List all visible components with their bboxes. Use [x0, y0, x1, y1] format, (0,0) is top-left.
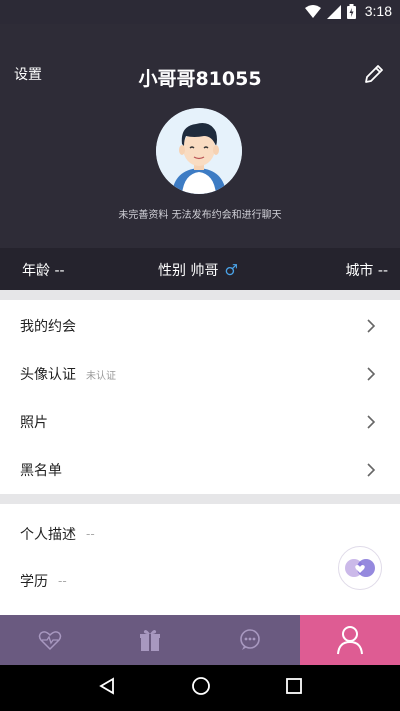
signal-icon	[327, 4, 341, 23]
field-label: 个人描述	[20, 527, 76, 543]
status-bar: 3:18	[0, 0, 400, 24]
tab-profile[interactable]	[300, 615, 400, 665]
system-nav	[0, 665, 400, 711]
status-time: 3:18	[364, 3, 392, 19]
tab-messages[interactable]	[200, 615, 300, 665]
chevron-right-icon	[364, 316, 378, 336]
city-info: 城市 --	[345, 263, 388, 279]
menu-label: 头像认证	[20, 367, 76, 383]
edit-icon[interactable]	[362, 62, 386, 86]
field-value: --	[58, 574, 67, 588]
divider	[0, 290, 400, 300]
tab-heartbeat[interactable]	[0, 615, 100, 665]
field-value: --	[86, 527, 95, 541]
wifi-icon	[305, 4, 321, 23]
info-bar: 年龄 -- 性别 帅哥 ♂ 城市 --	[0, 248, 400, 290]
gender-info: 性别 帅哥 ♂	[158, 260, 238, 280]
chevron-right-icon	[364, 412, 378, 432]
field-label: 学历	[20, 574, 48, 590]
username-title: 小哥哥81055	[138, 68, 262, 90]
battery-icon	[347, 4, 356, 23]
menu-blacklist[interactable]: 黑名单	[0, 446, 400, 494]
chevron-right-icon	[364, 460, 378, 480]
heartbeat-icon	[38, 631, 62, 651]
divider	[0, 494, 400, 504]
tab-gift[interactable]	[100, 615, 200, 665]
person-icon	[337, 626, 363, 655]
menu-label: 我的约会	[20, 319, 76, 335]
avatar[interactable]	[156, 108, 242, 194]
gender-label: 性别 帅哥	[158, 263, 219, 279]
menu-avatar-verification[interactable]: 头像认证 未认证	[0, 350, 400, 398]
age-info: 年龄 --	[22, 263, 65, 279]
hearts-icon	[345, 559, 375, 577]
status-icons	[305, 4, 356, 23]
chevron-right-icon	[364, 364, 378, 384]
floating-match-button[interactable]	[338, 546, 382, 590]
back-icon[interactable]	[98, 677, 116, 699]
male-icon: ♂	[224, 261, 238, 279]
bottom-nav	[0, 615, 400, 665]
profile-incomplete-hint: 未完善资料 无法发布约会和进行聊天	[118, 210, 282, 221]
menu-label: 照片	[20, 415, 48, 431]
verification-status: 未认证	[86, 370, 116, 382]
profile-header: 设置 小哥哥81055 未完善资料 无法发布约会和进行聊天	[0, 24, 400, 248]
gift-icon	[140, 630, 160, 651]
home-icon[interactable]	[191, 676, 211, 700]
menu-my-dates[interactable]: 我的约会	[0, 302, 400, 350]
profile-description-field[interactable]: 个人描述 --	[0, 510, 400, 558]
recents-icon[interactable]	[286, 678, 303, 698]
chat-icon	[240, 629, 260, 650]
menu-label: 黑名单	[20, 463, 62, 479]
menu-photos[interactable]: 照片	[0, 398, 400, 446]
